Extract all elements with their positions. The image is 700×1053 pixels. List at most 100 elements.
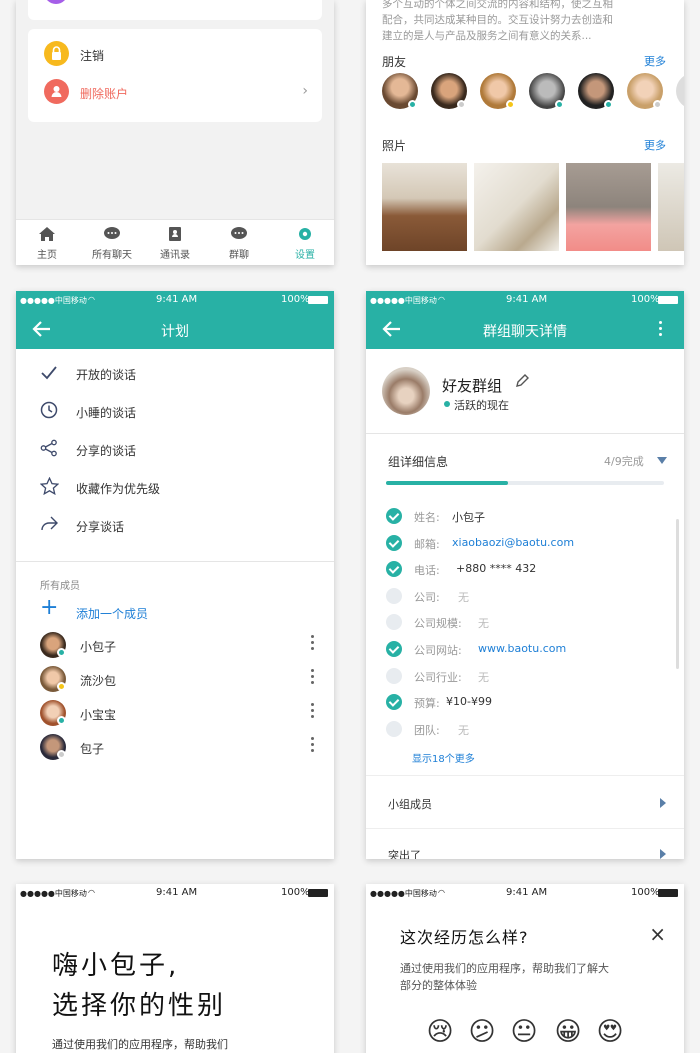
more-vertical-icon[interactable] bbox=[310, 703, 316, 721]
progress-fill bbox=[386, 481, 509, 485]
delete-account-label: 删除账户 bbox=[80, 87, 129, 101]
photo-thumbnail[interactable] bbox=[474, 163, 559, 251]
member-row[interactable]: 流沙包 bbox=[16, 666, 334, 700]
online-dot bbox=[604, 100, 613, 109]
member-name: 包子 bbox=[80, 742, 105, 756]
tab-home[interactable]: 主页 bbox=[24, 226, 70, 261]
photo-thumbnail[interactable] bbox=[658, 163, 684, 251]
time-label: 9:41 AM bbox=[156, 887, 198, 898]
member-name: 小宝宝 bbox=[80, 708, 117, 722]
detail-fields: 姓名: 小包子 邮箱: xiaobaozi@baotu.com 电话: +880 ****… bbox=[366, 505, 684, 765]
heart-eyes-face-icon[interactable]: 😍 bbox=[594, 1016, 626, 1048]
purple-icon bbox=[44, 0, 68, 4]
action-item-open-conversation[interactable]: 开放的谈话 bbox=[16, 363, 334, 401]
status-bar: ●●●●●中国移动 ◠ 9:41 AM 100% bbox=[16, 291, 334, 309]
member-row[interactable]: 小宝宝 bbox=[16, 700, 334, 734]
field-value: 小包子 bbox=[452, 511, 485, 524]
friends-more-link[interactable]: 更多 bbox=[644, 53, 666, 69]
checked-icon bbox=[386, 694, 402, 711]
away-dot bbox=[57, 682, 66, 691]
action-item-snooze-conversation[interactable]: 小睡的谈话 bbox=[16, 401, 334, 439]
field-value: ¥10-¥99 bbox=[446, 695, 492, 709]
checked-icon bbox=[386, 561, 402, 578]
unchecked-icon bbox=[386, 614, 402, 631]
group-chat-icon bbox=[231, 227, 247, 239]
more-vertical-icon[interactable] bbox=[310, 635, 316, 653]
field-label: 公司网站: bbox=[414, 644, 462, 657]
edit-pencil-icon[interactable] bbox=[514, 373, 530, 389]
logout-label: 注销 bbox=[80, 49, 105, 63]
plus-icon: + bbox=[40, 595, 59, 620]
grinning-face-icon[interactable]: 😀 bbox=[552, 1016, 584, 1048]
field-label: 团队: bbox=[414, 723, 440, 737]
photo-thumbnail[interactable] bbox=[382, 163, 467, 251]
action-item-share-conversation[interactable]: 分享谈话 bbox=[16, 515, 334, 553]
add-member-button[interactable]: + 添加一个成员 bbox=[36, 595, 236, 623]
detail-field-row[interactable]: 电话: +880 **** 432 bbox=[366, 558, 684, 584]
feedback-screen: ●●●●●中国移动 ◠ 9:41 AM 100% 这次经历怎么样? × 通过使用… bbox=[366, 884, 684, 1053]
online-dot bbox=[408, 100, 417, 109]
neutral-face-icon[interactable]: 😐 bbox=[508, 1016, 540, 1048]
detail-field-row[interactable]: 公司网站: www.baotu.com bbox=[366, 638, 684, 664]
show-more-link[interactable]: 显示18个更多 bbox=[412, 750, 475, 765]
member-name: 小包子 bbox=[80, 640, 117, 654]
delete-account-row[interactable]: 删除账户 › bbox=[28, 75, 322, 121]
add-member-label: 添加一个成员 bbox=[76, 607, 149, 621]
crying-face-icon[interactable]: 😢 bbox=[424, 1016, 456, 1048]
online-dot bbox=[555, 100, 564, 109]
action-item-shared-conversation[interactable]: 分享的谈话 bbox=[16, 439, 334, 477]
action-item-favorite-priority[interactable]: 收藏作为优先级 bbox=[16, 477, 334, 515]
progress-text: 4/9完成 bbox=[604, 455, 644, 468]
clock-icon bbox=[40, 401, 58, 419]
tab-group-chat[interactable]: 群聊 bbox=[216, 226, 262, 261]
tab-settings[interactable]: 设置 bbox=[282, 226, 328, 261]
tab-label: 主页 bbox=[37, 250, 57, 261]
group-members-row[interactable]: 小组成员 bbox=[366, 776, 684, 828]
detail-field-row[interactable]: 公司行业: 无 bbox=[366, 665, 684, 691]
logout-row[interactable]: 注销 bbox=[28, 29, 322, 75]
friend-avatar[interactable] bbox=[676, 73, 684, 109]
offline-dot bbox=[653, 100, 662, 109]
field-value: 无 bbox=[458, 590, 469, 604]
highlight-row[interactable]: 突出了 bbox=[366, 829, 684, 859]
carrier-label: ●●●●●中国移动 bbox=[20, 296, 87, 305]
field-label: 公司行业: bbox=[414, 670, 462, 684]
more-vertical-icon[interactable] bbox=[310, 669, 316, 687]
active-dot bbox=[444, 401, 450, 407]
detail-field-row[interactable]: 公司: 无 bbox=[366, 585, 684, 611]
photos-more-link[interactable]: 更多 bbox=[644, 137, 666, 153]
chat-icon bbox=[104, 227, 120, 239]
more-vertical-icon[interactable] bbox=[310, 737, 316, 755]
more-vertical-icon[interactable] bbox=[658, 321, 664, 339]
photo-thumbnail[interactable] bbox=[566, 163, 651, 251]
scrollbar[interactable] bbox=[676, 519, 679, 669]
confused-face-icon[interactable]: 😕 bbox=[466, 1016, 498, 1048]
battery-icon bbox=[308, 889, 328, 897]
field-label: 公司规模: bbox=[414, 617, 462, 631]
detail-field-row[interactable]: 邮箱: xiaobaozi@baotu.com bbox=[366, 532, 684, 558]
detail-field-row[interactable]: 姓名: 小包子 bbox=[366, 505, 684, 531]
field-label: 电话: bbox=[414, 564, 440, 578]
gender-description: 通过使用我们的应用程序，帮助我们 bbox=[52, 1038, 228, 1051]
unchecked-icon bbox=[386, 667, 402, 684]
member-row[interactable]: 包子 bbox=[16, 734, 334, 768]
members-title: 所有成员 bbox=[40, 581, 80, 592]
tab-contacts[interactable]: 通讯录 bbox=[150, 226, 200, 261]
desc-line: 配合，共同达成某种目的。交互设计努力去创造和 bbox=[382, 14, 613, 26]
detail-field-row[interactable]: 预算: ¥10-¥99 bbox=[366, 691, 684, 717]
chevron-right-icon bbox=[660, 849, 666, 859]
divider bbox=[16, 561, 334, 562]
unchecked-icon bbox=[386, 587, 402, 604]
detail-field-row[interactable]: 团队: 无 bbox=[366, 718, 684, 744]
tab-all-chats[interactable]: 所有聊天 bbox=[82, 226, 142, 261]
time-label: 9:41 AM bbox=[156, 294, 198, 305]
action-label: 开放的谈话 bbox=[76, 368, 137, 382]
top-bar: 群组聊天详情 bbox=[366, 309, 684, 349]
field-value: xiaobaozi@baotu.com bbox=[452, 535, 575, 549]
time-label: 9:41 AM bbox=[506, 294, 548, 305]
action-label: 分享谈话 bbox=[76, 520, 125, 534]
settings-group-top bbox=[28, 0, 322, 20]
dropdown-caret-icon[interactable] bbox=[657, 457, 667, 464]
member-row[interactable]: 小包子 bbox=[16, 632, 334, 666]
detail-field-row[interactable]: 公司规模: 无 bbox=[366, 611, 684, 637]
